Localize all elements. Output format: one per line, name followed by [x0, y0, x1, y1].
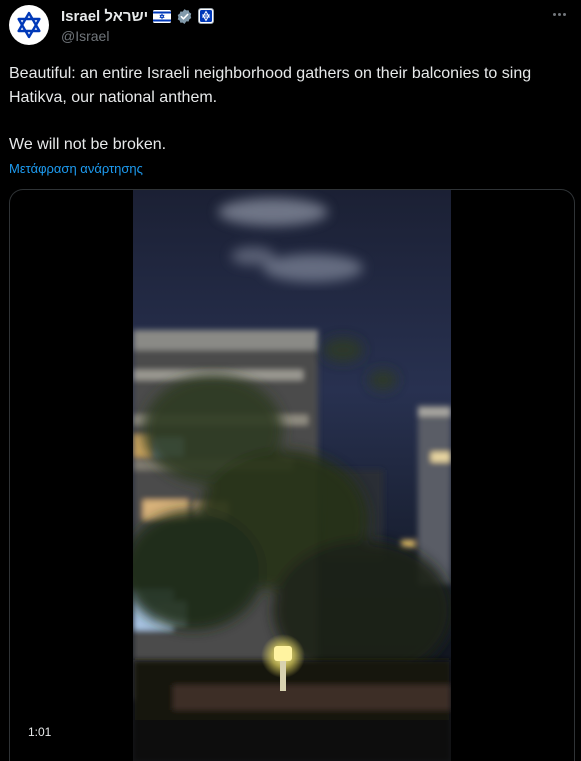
- author-display-name[interactable]: Israel ישראל: [61, 8, 148, 25]
- video-still: [133, 190, 451, 761]
- author-name-line: Israel ישראל: [61, 6, 215, 26]
- more-dot: [557, 12, 561, 16]
- avatar[interactable]: [9, 5, 49, 45]
- more-options-icon[interactable]: [549, 6, 569, 22]
- tweet-text-paragraph-2: We will not be broken.: [9, 136, 167, 153]
- tweet: Israel ישראל @Israel Beautiful: an entir…: [0, 0, 581, 761]
- government-org-badge-icon[interactable]: [198, 8, 215, 24]
- author-handle[interactable]: @Israel: [61, 28, 214, 44]
- star-of-david-icon: [17, 11, 41, 39]
- more-dot: [562, 12, 566, 16]
- more-dot: [552, 12, 556, 16]
- video-player[interactable]: 1:01: [9, 189, 575, 761]
- video-duration: 1:01: [28, 725, 52, 739]
- israel-flag-icon: [153, 9, 172, 23]
- tweet-text: Beautiful: an entire Israeli neighborhoo…: [9, 62, 569, 157]
- verified-badge-icon[interactable]: [176, 8, 193, 25]
- translate-post-link[interactable]: Μετάφραση ανάρτησης: [9, 161, 143, 176]
- author-header: Israel ישראל @Israel: [61, 6, 215, 44]
- tweet-text-paragraph-1: Beautiful: an entire Israeli neighborhoo…: [9, 65, 532, 106]
- video-frame[interactable]: [133, 190, 451, 761]
